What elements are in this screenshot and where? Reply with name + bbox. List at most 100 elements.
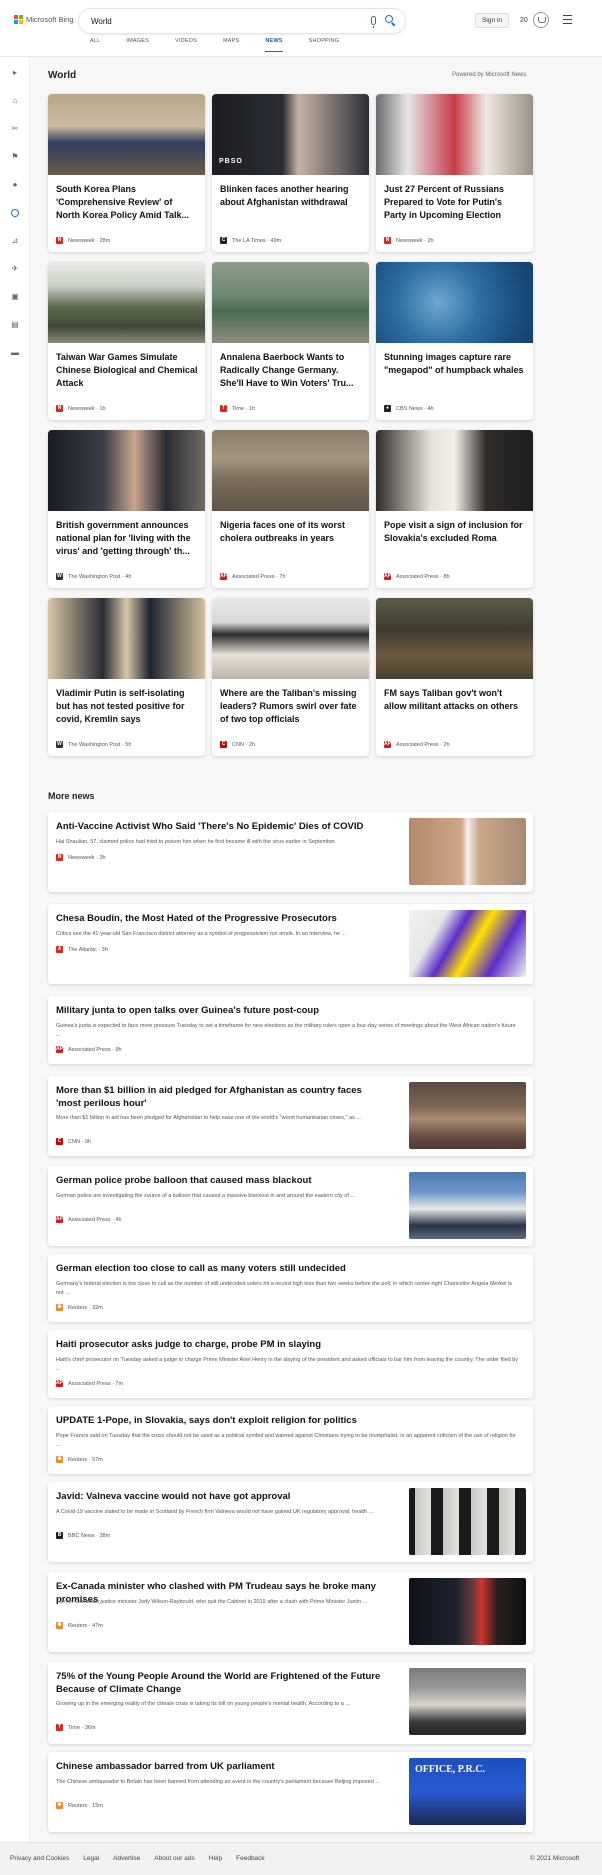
news-source: B BBC News · 38m: [56, 1532, 111, 1539]
card-title[interactable]: Annalena Baerbock Wants to Radically Cha…: [220, 351, 362, 390]
news-title[interactable]: Military junta to open talks over Guinea…: [56, 1004, 516, 1017]
card-title[interactable]: Where are the Taliban's missing leaders?…: [220, 687, 362, 726]
globe-icon[interactable]: [11, 209, 19, 217]
tab-shopping[interactable]: SHOPPING: [309, 38, 340, 52]
source-logo-icon: ✺: [56, 1304, 63, 1311]
news-list-item[interactable]: Haiti prosecutor asks judge to charge, p…: [48, 1330, 533, 1398]
news-card[interactable]: Taiwan War Games Simulate Chinese Biolog…: [48, 262, 205, 420]
news-title[interactable]: 75% of the Young People Around the World…: [56, 1670, 401, 1696]
location-icon[interactable]: ●: [11, 181, 19, 189]
card-title[interactable]: Just 27 Percent of Russians Prepared to …: [384, 183, 526, 222]
card-title[interactable]: Stunning images capture rare "megapod" o…: [384, 351, 526, 377]
tab-maps[interactable]: MAPS: [223, 38, 239, 52]
news-card[interactable]: PBSO Blinken faces another hearing about…: [212, 94, 369, 252]
card-title[interactable]: Pope visit a sign of inclusion for Slova…: [384, 519, 526, 545]
news-card[interactable]: Vladimir Putin is self-isolating but has…: [48, 598, 205, 756]
source-name: CNN: [68, 1138, 80, 1145]
source-name: Reuters: [68, 1304, 88, 1311]
source-name: Reuters: [68, 1802, 88, 1809]
card-title[interactable]: South Korea Plans 'Comprehensive Review'…: [56, 183, 198, 222]
top-bar: Microsoft Bing Sign in 20 ALL IMAGES VID…: [0, 0, 602, 56]
card-title[interactable]: Vladimir Putin is self-isolating but has…: [56, 687, 198, 726]
card-image: [376, 94, 533, 175]
footer-link-advertise[interactable]: Advertise: [113, 1855, 140, 1862]
footer-link-about-ads[interactable]: About our ads: [154, 1855, 194, 1862]
news-list-item[interactable]: Chesa Boudin, the Most Hated of the Prog…: [48, 904, 533, 984]
tab-videos[interactable]: VIDEOS: [175, 38, 197, 52]
search-tabs: ALL IMAGES VIDEOS MAPS NEWS SHOPPING: [90, 38, 365, 52]
news-title[interactable]: Haiti prosecutor asks judge to charge, p…: [56, 1338, 516, 1351]
news-source: ✺ Reuters · 47m: [56, 1622, 103, 1629]
rewards-trophy-icon[interactable]: [533, 12, 549, 28]
news-card[interactable]: South Korea Plans 'Comprehensive Review'…: [48, 94, 205, 252]
news-list-item[interactable]: Chinese ambassador barred from UK parlia…: [48, 1752, 533, 1832]
bing-logo[interactable]: Microsoft Bing: [14, 15, 74, 24]
news-list-item[interactable]: German police probe balloon that caused …: [48, 1166, 533, 1246]
news-title[interactable]: More than $1 billion in aid pledged for …: [56, 1084, 386, 1110]
footer-link-help[interactable]: Help: [209, 1855, 222, 1862]
search-input[interactable]: [91, 14, 331, 28]
news-list-item[interactable]: Anti-Vaccine Activist Who Said 'There's …: [48, 812, 533, 892]
expand-icon[interactable]: ▸: [11, 69, 19, 77]
source-time: 49m: [270, 237, 282, 244]
rocket-icon[interactable]: ✈: [11, 265, 19, 273]
news-title[interactable]: Anti-Vaccine Activist Who Said 'There's …: [56, 820, 401, 833]
news-card[interactable]: Just 27 Percent of Russians Prepared to …: [376, 94, 533, 252]
news-snippet: More than $1 billion in aid has been ple…: [56, 1115, 361, 1121]
card-title[interactable]: Blinken faces another hearing about Afgh…: [220, 183, 362, 209]
microphone-icon[interactable]: [371, 16, 376, 28]
footer-link-legal[interactable]: Legal: [83, 1855, 99, 1862]
news-card[interactable]: British government announces national pl…: [48, 430, 205, 588]
news-title[interactable]: Chesa Boudin, the Most Hated of the Prog…: [56, 912, 401, 925]
source-time: 4h: [125, 573, 132, 580]
category-sidebar: ▸ ⌂ ✂ ⚑ ● ⊿ ✈ ▣ ▤ ▬: [0, 57, 30, 1842]
news-card[interactable]: FM says Taliban gov't won't allow milita…: [376, 598, 533, 756]
news-list-item[interactable]: Military junta to open talks over Guinea…: [48, 996, 533, 1064]
car-icon[interactable]: ▬: [11, 349, 19, 357]
home-icon[interactable]: ⌂: [11, 97, 19, 105]
news-snippet: Critics see the 41-year-old San Francisc…: [56, 931, 347, 937]
search-icon[interactable]: [385, 15, 393, 23]
briefcase-icon[interactable]: ▤: [11, 321, 19, 329]
card-title[interactable]: British government announces national pl…: [56, 519, 198, 558]
news-thumbnail: [409, 1172, 526, 1239]
news-list-item[interactable]: German election too close to call as man…: [48, 1254, 533, 1322]
rewards-count[interactable]: 20: [520, 17, 528, 24]
news-list-item[interactable]: Ex-Canada minister who clashed with PM T…: [48, 1572, 533, 1652]
tab-news[interactable]: NEWS: [265, 38, 283, 52]
tab-images[interactable]: IMAGES: [126, 38, 149, 52]
news-list-item[interactable]: More than $1 billion in aid pledged for …: [48, 1076, 533, 1156]
news-title[interactable]: UPDATE 1-Pope, in Slovakia, says don't e…: [56, 1414, 516, 1427]
news-card[interactable]: Annalena Baerbock Wants to Radically Cha…: [212, 262, 369, 420]
card-title[interactable]: Nigeria faces one of its worst cholera o…: [220, 519, 362, 545]
tab-all[interactable]: ALL: [90, 38, 100, 52]
news-title[interactable]: German police probe balloon that caused …: [56, 1174, 401, 1187]
card-title[interactable]: Taiwan War Games Simulate Chinese Biolog…: [56, 351, 198, 390]
news-list-item[interactable]: UPDATE 1-Pope, in Slovakia, says don't e…: [48, 1406, 533, 1474]
flag-icon[interactable]: ⚑: [11, 153, 19, 161]
news-card[interactable]: Stunning images capture rare "megapod" o…: [376, 262, 533, 420]
footer-link-privacy[interactable]: Privacy and Cookies: [10, 1855, 69, 1862]
news-card[interactable]: Pope visit a sign of inclusion for Slova…: [376, 430, 533, 588]
card-title[interactable]: FM says Taliban gov't won't allow milita…: [384, 687, 526, 713]
tools-icon[interactable]: ✂: [11, 125, 19, 133]
news-title[interactable]: Chinese ambassador barred from UK parlia…: [56, 1760, 401, 1773]
news-title[interactable]: German election too close to call as man…: [56, 1262, 516, 1275]
film-icon[interactable]: ▣: [11, 293, 19, 301]
news-source: C CNN · 9h: [56, 1138, 91, 1145]
source-logo-icon: AP: [56, 1380, 63, 1387]
source-time: 4h: [115, 1216, 122, 1223]
news-title[interactable]: Javid: Valneva vaccine would not have go…: [56, 1490, 401, 1503]
news-list-item[interactable]: Javid: Valneva vaccine would not have go…: [48, 1482, 533, 1562]
news-card[interactable]: Nigeria faces one of its worst cholera o…: [212, 430, 369, 588]
sign-in-button[interactable]: Sign in: [475, 13, 509, 28]
chart-icon[interactable]: ⊿: [11, 237, 19, 245]
hamburger-menu-icon[interactable]: [563, 15, 572, 24]
news-card[interactable]: Where are the Taliban's missing leaders?…: [212, 598, 369, 756]
source-logo-icon: N: [56, 237, 63, 244]
source-name: Newsweek: [68, 405, 95, 412]
news-source: AP Associated Press · 9h: [56, 1046, 122, 1053]
news-list-item[interactable]: 75% of the Young People Around the World…: [48, 1662, 533, 1744]
news-source: AP Associated Press · 7m: [56, 1380, 124, 1387]
footer-link-feedback[interactable]: Feedback: [236, 1855, 265, 1862]
